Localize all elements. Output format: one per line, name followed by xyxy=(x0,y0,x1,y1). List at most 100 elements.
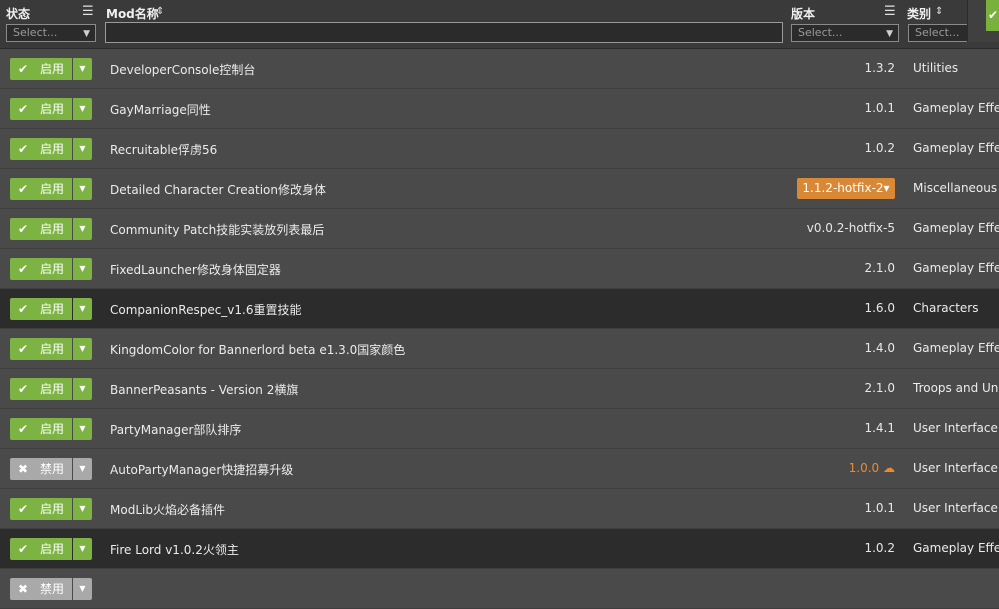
version-select-badge[interactable]: 1.1.2-hotfix-2▾ xyxy=(797,178,895,199)
enable-button[interactable]: ✔ 启用 xyxy=(10,498,72,520)
status-dropdown-button[interactable]: ▼ xyxy=(73,298,92,320)
status-toggle[interactable]: ✔ 启用 ▼ xyxy=(10,338,92,360)
mod-row[interactable]: ✔ 启用 ▼ Fire Lord v1.0.2火领主 1.0.2 Gameplay Eff… xyxy=(0,529,999,569)
mod-row[interactable]: ✔ 启用 ▼ Community Patch技能实装放列表最后 v0.0.2-hotfi… xyxy=(0,209,999,249)
mod-row[interactable]: ✔ 启用 ▼ BannerPeasants - Version 2横旗 2.1.0 Tro… xyxy=(0,369,999,409)
enable-button[interactable]: ✔ 启用 xyxy=(10,298,72,320)
status-dropdown-button[interactable]: ▼ xyxy=(73,378,92,400)
mod-row[interactable]: ✖ 禁用 ▼ xyxy=(0,569,999,609)
version-column-menu-icon[interactable]: ☰ xyxy=(884,5,896,19)
check-icon: ✔ xyxy=(18,262,29,276)
status-label: 启用 xyxy=(40,62,65,76)
version-filter-select[interactable]: Select... ▼ xyxy=(791,24,899,42)
check-icon: ✔ xyxy=(18,142,29,156)
status-filter-select[interactable]: Select... ▼ xyxy=(6,24,96,42)
status-toggle[interactable]: ✔ 启用 ▼ xyxy=(10,178,92,200)
mod-version: 1.0.0 ☁ xyxy=(849,461,895,475)
mod-name: KingdomColor for Bannerlord beta e1.3.0国… xyxy=(110,343,406,357)
confirm-button[interactable]: ✔ xyxy=(986,0,999,31)
status-dropdown-button[interactable]: ▼ xyxy=(73,538,92,560)
status-toggle[interactable]: ✔ 启用 ▼ xyxy=(10,138,92,160)
status-label: 启用 xyxy=(40,302,65,316)
enable-button[interactable]: ✔ 启用 xyxy=(10,378,72,400)
enable-button[interactable]: ✔ 启用 xyxy=(10,538,72,560)
status-label: 启用 xyxy=(40,262,65,276)
status-toggle[interactable]: ✔ 启用 ▼ xyxy=(10,58,92,80)
disable-button[interactable]: ✖ 禁用 xyxy=(10,458,72,480)
mod-name: Community Patch技能实装放列表最后 xyxy=(110,223,325,237)
status-label: 启用 xyxy=(40,142,65,156)
status-label: 启用 xyxy=(40,102,65,116)
mod-name: BannerPeasants - Version 2横旗 xyxy=(110,383,299,397)
mod-name: PartyManager部队排序 xyxy=(110,423,242,437)
enable-button[interactable]: ✔ 启用 xyxy=(10,58,72,80)
enable-button[interactable]: ✔ 启用 xyxy=(10,338,72,360)
mod-name: CompanionRespec_v1.6重置技能 xyxy=(110,303,302,317)
name-column-title[interactable]: Mod名称 xyxy=(106,5,159,22)
status-label: 禁用 xyxy=(40,582,65,596)
status-dropdown-button[interactable]: ▼ xyxy=(73,458,92,480)
mod-row[interactable]: ✔ 启用 ▼ Recruitable俘虏56 1.0.2 Gameplay Effec xyxy=(0,129,999,169)
disable-button[interactable]: ✖ 禁用 xyxy=(10,578,72,600)
mod-row[interactable]: ✔ 启用 ▼ CompanionRespec_v1.6重置技能 1.6.0 Charact… xyxy=(0,289,999,329)
check-icon: ✔ xyxy=(18,542,29,556)
status-dropdown-button[interactable]: ▼ xyxy=(73,338,92,360)
status-toggle[interactable]: ✔ 启用 ▼ xyxy=(10,298,92,320)
mod-version-text: 1.3.2 xyxy=(864,61,895,75)
enable-button[interactable]: ✔ 启用 xyxy=(10,418,72,440)
sort-icon[interactable]: ⇕ xyxy=(156,5,164,19)
cloud-upload-icon[interactable]: ☁ xyxy=(879,461,895,475)
status-dropdown-button[interactable]: ▼ xyxy=(73,138,92,160)
status-toggle[interactable]: ✔ 启用 ▼ xyxy=(10,258,92,280)
mod-row[interactable]: ✔ 启用 ▼ Detailed Character Creation修改身体 1.1.2… xyxy=(0,169,999,209)
mod-category: Troops and Unit xyxy=(913,381,999,395)
status-toggle[interactable]: ✔ 启用 ▼ xyxy=(10,378,92,400)
status-toggle[interactable]: ✖ 禁用 ▼ xyxy=(10,578,92,600)
name-filter-input[interactable] xyxy=(105,22,783,43)
status-column-menu-icon[interactable]: ☰ xyxy=(82,5,94,19)
mod-category: Gameplay Effec xyxy=(913,341,999,355)
mod-version: 1.6.0 xyxy=(864,301,895,315)
status-label: 启用 xyxy=(40,222,65,236)
enable-button[interactable]: ✔ 启用 xyxy=(10,218,72,240)
sort-icon[interactable]: ⇕ xyxy=(935,5,943,19)
mod-row[interactable]: ✔ 启用 ▼ GayMarriage同性 1.0.1 Gameplay Effec xyxy=(0,89,999,129)
mod-name: AutoPartyManager快捷招募升级 xyxy=(110,463,294,477)
status-toggle[interactable]: ✔ 启用 ▼ xyxy=(10,98,92,120)
mod-row[interactable]: ✔ 启用 ▼ ModLib火焰必备插件 1.0.1 User Interface xyxy=(0,489,999,529)
status-dropdown-button[interactable]: ▼ xyxy=(73,218,92,240)
status-toggle[interactable]: ✔ 启用 ▼ xyxy=(10,418,92,440)
table-header: 状态 ☰ Select... ▼ Mod名称 ⇕ 版本 ☰ Select... … xyxy=(0,0,999,49)
enable-button[interactable]: ✔ 启用 xyxy=(10,258,72,280)
status-column-title[interactable]: 状态 xyxy=(6,5,30,22)
check-icon: ✔ xyxy=(18,222,29,236)
status-toggle[interactable]: ✖ 禁用 ▼ xyxy=(10,458,92,480)
status-dropdown-button[interactable]: ▼ xyxy=(73,258,92,280)
status-toggle[interactable]: ✔ 启用 ▼ xyxy=(10,218,92,240)
version-column-title[interactable]: 版本 xyxy=(791,5,815,22)
mod-row[interactable]: ✔ 启用 ▼ FixedLauncher修改身体固定器 2.1.0 Gameplay Ef… xyxy=(0,249,999,289)
mod-name: DeveloperConsole控制台 xyxy=(110,63,256,77)
category-column-title[interactable]: 类别 xyxy=(907,5,931,22)
status-dropdown-button[interactable]: ▼ xyxy=(73,98,92,120)
mod-row[interactable]: ✔ 启用 ▼ PartyManager部队排序 1.4.1 User Interface xyxy=(0,409,999,449)
status-dropdown-button[interactable]: ▼ xyxy=(73,58,92,80)
mod-row[interactable]: ✔ 启用 ▼ DeveloperConsole控制台 1.3.2 Utilities xyxy=(0,49,999,89)
enable-button[interactable]: ✔ 启用 xyxy=(10,138,72,160)
status-toggle[interactable]: ✔ 启用 ▼ xyxy=(10,538,92,560)
category-filter-select[interactable]: Select... xyxy=(908,24,968,42)
mod-category: User Interface xyxy=(913,421,998,435)
status-dropdown-button[interactable]: ▼ xyxy=(73,418,92,440)
mod-category: User Interface xyxy=(913,501,998,515)
status-label: 启用 xyxy=(40,382,65,396)
enable-button[interactable]: ✔ 启用 xyxy=(10,178,72,200)
enable-button[interactable]: ✔ 启用 xyxy=(10,98,72,120)
mod-row[interactable]: ✖ 禁用 ▼ AutoPartyManager快捷招募升级 1.0.0 ☁ User In… xyxy=(0,449,999,489)
mod-row[interactable]: ✔ 启用 ▼ KingdomColor for Bannerlord beta e1.… xyxy=(0,329,999,369)
status-toggle[interactable]: ✔ 启用 ▼ xyxy=(10,498,92,520)
mod-version-text: 1.6.0 xyxy=(864,301,895,315)
status-dropdown-button[interactable]: ▼ xyxy=(73,578,92,600)
mod-version: 2.1.0 xyxy=(864,381,895,395)
status-dropdown-button[interactable]: ▼ xyxy=(73,178,92,200)
status-dropdown-button[interactable]: ▼ xyxy=(73,498,92,520)
